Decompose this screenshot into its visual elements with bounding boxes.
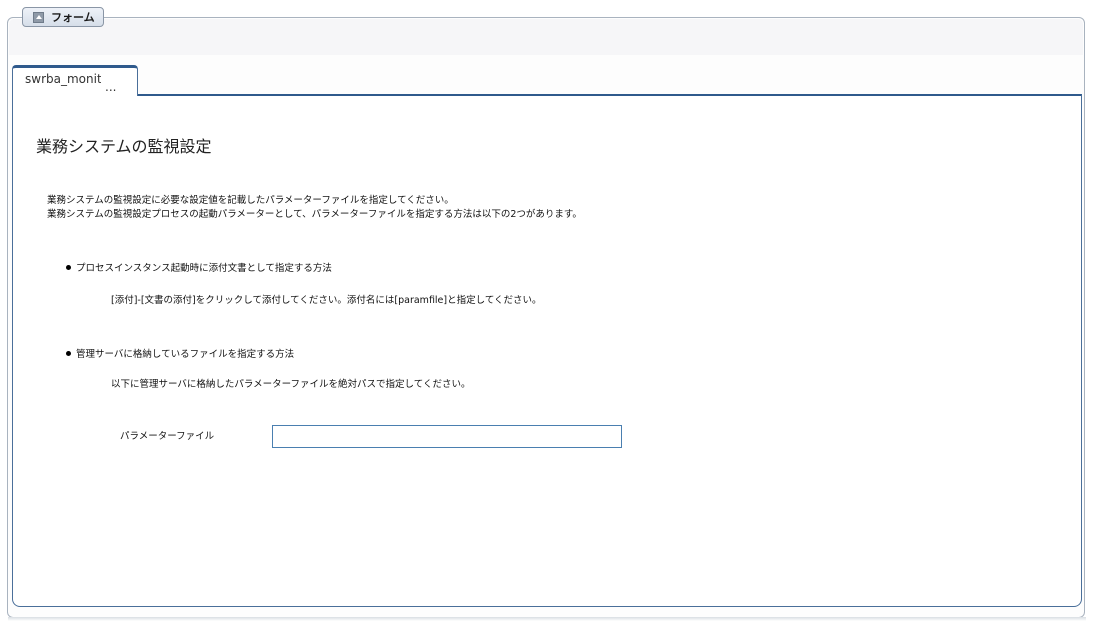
up-arrow-icon [33,11,44,23]
tab-overflow-ellipsis: ... [105,80,117,94]
method2-description: 以下に管理サーバに格納したパラメーターファイルを絶対パスで指定してください。 [111,379,471,390]
method2-heading-text: 管理サーバに格納しているファイルを指定する方法 [76,349,295,360]
method2-heading: 管理サーバに格納しているファイルを指定する方法 [66,346,294,360]
bullet-icon [66,351,71,356]
bullet-icon [66,265,71,270]
intro-text-line1: 業務システムの監視設定に必要な設定値を記載したパラメーターファイルを指定してくだ… [47,195,454,206]
method1-description: [添付]-[文書の添付]をクリックして添付してください。添付名には[paramf… [111,295,542,306]
method1-heading: プロセスインスタンス起動時に添付文書として指定する方法 [66,260,332,274]
intro-text-line2: 業務システムの監視設定プロセスの起動パラメーターとして、パラメーターファイルを指… [47,209,582,220]
tab-swrba-monitor[interactable]: swrba_monitor ... [12,65,138,96]
form-legend-button[interactable]: フォーム [22,7,104,27]
frame-bottom-shadow [8,617,1086,621]
tab-label: swrba_monitor [25,72,101,86]
param-file-input[interactable] [272,425,622,448]
form-legend-label: フォーム [51,11,95,24]
page-title: 業務システムの監視設定 [36,137,212,156]
param-file-label: パラメーターファイル [120,431,215,442]
method1-heading-text: プロセスインスタンス起動時に添付文書として指定する方法 [76,263,332,274]
form-header-band [9,19,1083,55]
